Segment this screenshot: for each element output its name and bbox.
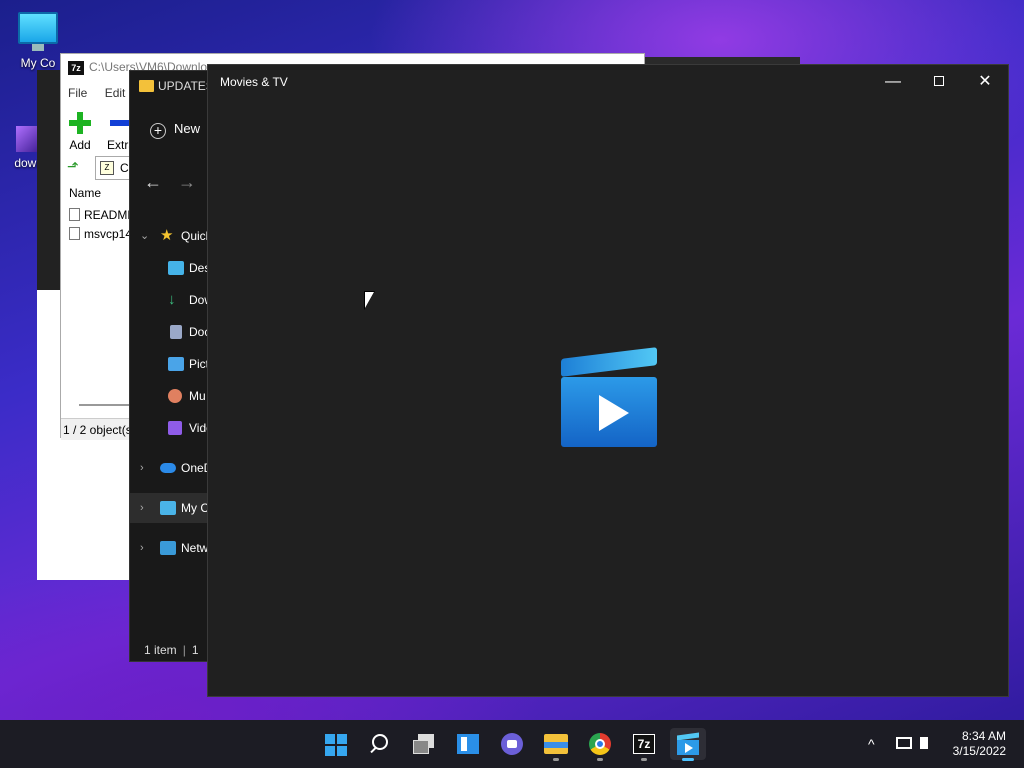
- search-button[interactable]: [362, 728, 398, 760]
- new-button[interactable]: + New: [150, 121, 200, 139]
- running-indicator: [682, 758, 694, 761]
- task-view-button[interactable]: [406, 728, 442, 760]
- movies-tv-taskbar-button[interactable]: [670, 728, 706, 761]
- chevron-right-icon: ›: [140, 462, 144, 474]
- clapper-icon: [561, 347, 657, 377]
- explorer-title: UPDATES: [158, 79, 214, 93]
- minimize-button[interactable]: —: [870, 65, 916, 99]
- widgets-icon-detail: [461, 737, 467, 751]
- running-indicator: [641, 758, 647, 761]
- download-icon: ↓: [168, 291, 176, 308]
- movies-tv-logo-icon: [559, 347, 659, 449]
- play-icon: [685, 743, 693, 753]
- sevenzip-taskbar-button[interactable]: 7z: [626, 728, 662, 761]
- nav-label: My C: [181, 501, 209, 515]
- video-box-icon: [561, 377, 657, 447]
- movies-tv-window[interactable]: Movies & TV — ✕: [207, 64, 1009, 697]
- taskbar: 7z ^ 8:34 AM 3/15/2022: [0, 720, 1024, 768]
- file-explorer-button[interactable]: [538, 728, 574, 761]
- selection-count: 1: [191, 643, 199, 657]
- start-button[interactable]: [318, 728, 354, 760]
- windows-logo-icon: [325, 734, 335, 744]
- menu-edit[interactable]: Edit: [105, 86, 126, 100]
- add-label: Add: [69, 138, 91, 152]
- window-title: Movies & TV: [220, 75, 288, 89]
- column-header-name[interactable]: Name: [69, 186, 101, 200]
- add-button[interactable]: Add: [69, 112, 91, 152]
- volume-icon[interactable]: [920, 737, 928, 749]
- chevron-right-icon: ›: [140, 542, 144, 554]
- desktop-icon: [168, 261, 184, 275]
- explorer-status-bar: 1 item | 1: [144, 643, 199, 657]
- chevron-down-icon: ⌄: [140, 230, 150, 242]
- dll-file-icon: [69, 227, 80, 240]
- nav-label: Netw: [181, 541, 209, 555]
- monitor-icon: [160, 501, 176, 515]
- search-icon-handle: [370, 746, 377, 754]
- text-file-icon: [69, 208, 80, 221]
- desktop-icon-my-computer[interactable]: My Co: [8, 12, 68, 70]
- play-icon: [599, 395, 629, 431]
- music-icon: [168, 389, 182, 403]
- menu-file[interactable]: File: [68, 86, 87, 100]
- windows-logo-icon: [325, 746, 335, 756]
- running-indicator: [597, 758, 603, 761]
- item-count: 1 item: [144, 643, 177, 657]
- maximize-button[interactable]: [916, 65, 962, 99]
- picture-icon: [168, 357, 184, 371]
- desktop-icon-label: My Co: [20, 56, 56, 70]
- star-icon: ★: [160, 227, 174, 244]
- chrome-button[interactable]: [582, 728, 618, 761]
- nav-label: Pict: [189, 357, 210, 371]
- file-name: README: [84, 208, 136, 222]
- chat-button[interactable]: [494, 728, 530, 760]
- document-icon: [170, 325, 182, 339]
- file-row[interactable]: msvcp14: [69, 227, 132, 241]
- back-arrow-icon[interactable]: ←: [144, 172, 162, 193]
- forward-arrow-icon[interactable]: →: [178, 172, 196, 193]
- new-label: New: [174, 121, 201, 136]
- sevenzip-icon: 7z: [633, 734, 655, 754]
- up-folder-icon[interactable]: ⬏: [67, 158, 85, 176]
- file-name: msvcp14: [84, 227, 133, 241]
- close-button[interactable]: ✕: [962, 65, 1008, 99]
- windows-logo-icon: [337, 746, 347, 756]
- archive-icon: Z: [100, 161, 114, 175]
- windows-logo-icon: [337, 734, 347, 744]
- chrome-icon-center: [595, 739, 605, 749]
- widgets-button[interactable]: [450, 728, 486, 760]
- add-circle-icon: +: [150, 123, 166, 139]
- nav-label: Mu: [189, 389, 206, 403]
- mouse-cursor-icon: [365, 292, 374, 308]
- maximize-icon: [934, 76, 944, 86]
- chevron-up-icon[interactable]: ^: [868, 720, 875, 768]
- task-view-icon-back: [413, 740, 429, 754]
- file-row[interactable]: README: [69, 208, 135, 222]
- network-icon: [160, 541, 176, 555]
- network-icon[interactable]: [896, 737, 912, 749]
- sevenzip-logo-icon: 7z: [68, 61, 84, 75]
- folder-icon: [139, 80, 154, 92]
- time: 8:34 AM: [961, 729, 1006, 743]
- date: 3/15/2022: [952, 744, 1006, 758]
- video-icon: [168, 421, 182, 435]
- clock[interactable]: 8:34 AM 3/15/2022: [953, 729, 1006, 759]
- cloud-icon: [160, 463, 176, 473]
- folder-icon-band: [544, 742, 568, 748]
- running-indicator: [553, 758, 559, 761]
- chat-icon-camera: [507, 740, 517, 748]
- monitor-icon: [18, 12, 58, 51]
- plus-icon: [69, 112, 91, 134]
- chevron-right-icon: ›: [140, 502, 144, 514]
